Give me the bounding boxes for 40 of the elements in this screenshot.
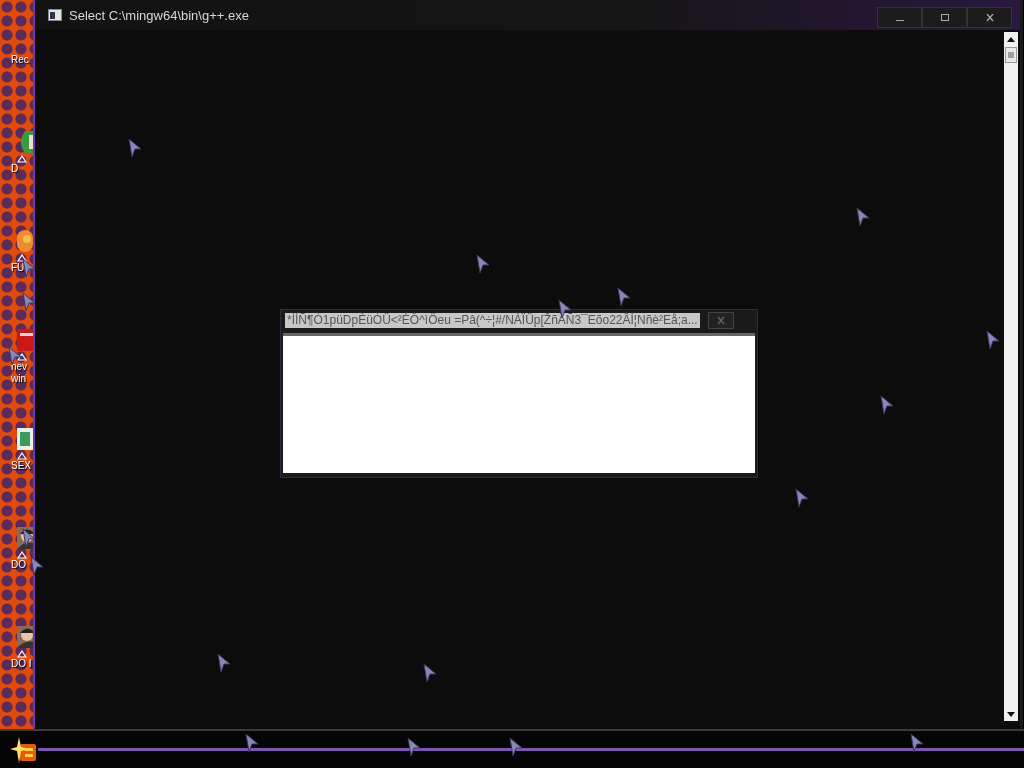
minimize-icon: [895, 20, 904, 21]
cursor-icon: [509, 737, 523, 757]
cursor-icon: [795, 488, 809, 508]
shortcut-arrow-icon: [17, 254, 27, 262]
close-button[interactable]: [967, 7, 1012, 28]
dialog-title: *ÌÍÑ¶Ò1püDpÈüÒÜ<²ÉÔ^ìÖeu =Pâ(^÷¦#/NÀÏÜp[ŽñÂÑ3¯Eõo22ÂÍ¦Nñè²Eå;a...: [285, 313, 700, 328]
cursor-icon: [407, 737, 421, 757]
cursor-icon: [986, 330, 1000, 350]
maximize-icon: [939, 13, 950, 22]
cursor-icon: [217, 653, 231, 673]
cursor-icon: [30, 556, 44, 576]
cursor-icon: [856, 207, 870, 227]
icon-label[interactable]: Rec: [11, 54, 33, 66]
shortcut-arrow-icon: [17, 353, 27, 361]
shortcut-arrow-icon: [17, 650, 27, 658]
cursor-icon: [910, 733, 924, 753]
scrollbar[interactable]: [1004, 32, 1018, 721]
cursor-icon: [476, 254, 490, 274]
cursor-icon: [22, 528, 36, 548]
scroll-thumb-icon[interactable]: [1005, 47, 1017, 63]
cursor-icon: [617, 287, 631, 307]
cursor-icon: [128, 138, 142, 158]
icon-label[interactable]: D: [11, 163, 33, 175]
cursor-icon: [8, 346, 22, 366]
shortcut-arrow-icon: [17, 155, 27, 163]
window-title: Select C:\mingw64\bin\g++.exe: [69, 7, 250, 23]
cursor-icon: [423, 663, 437, 683]
star-logo-icon[interactable]: [10, 736, 38, 763]
cursor-icon: [880, 395, 894, 415]
close-icon: [984, 13, 995, 22]
icon-label[interactable]: SEX: [11, 460, 33, 472]
close-icon: [715, 316, 726, 325]
shortcut-arrow-icon: [17, 452, 27, 460]
cursor-icon: [245, 733, 259, 753]
close-button[interactable]: [707, 312, 734, 329]
console-icon: [48, 9, 62, 21]
cursor-icon: [22, 258, 36, 278]
maximize-button[interactable]: [922, 7, 967, 28]
shortcut-arrow-icon: [17, 551, 27, 559]
cursor-icon: [22, 292, 36, 312]
